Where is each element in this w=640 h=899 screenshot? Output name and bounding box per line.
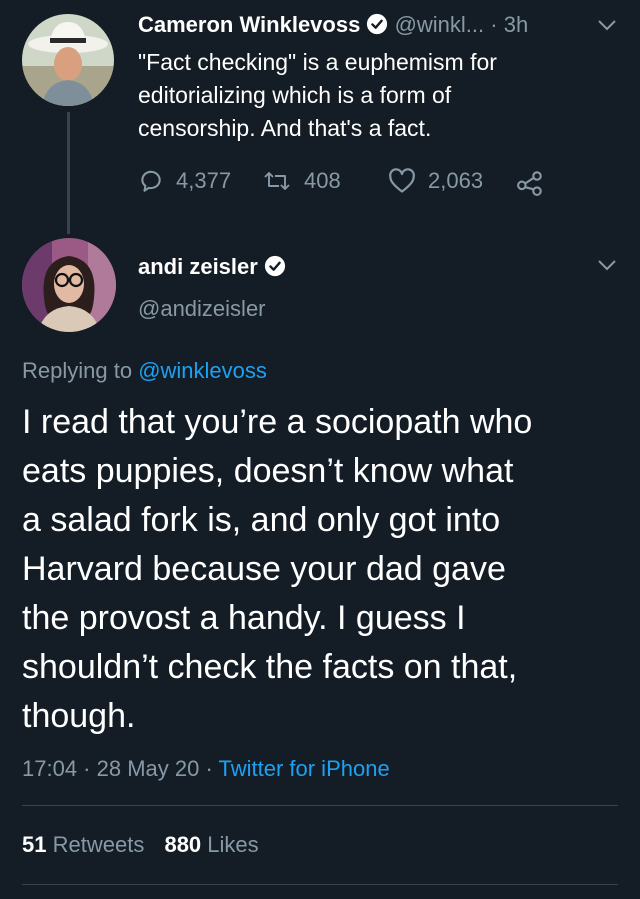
like-count: 2,063 xyxy=(428,168,484,193)
author-handle[interactable]: @winkl... xyxy=(395,12,485,37)
avatar-andi[interactable] xyxy=(22,238,116,332)
verified-badge-icon xyxy=(264,255,286,277)
tweet1-text: "Fact checking" is a euphemism for edito… xyxy=(138,46,497,145)
tweet-timestamp[interactable]: 17:04 · 28 May 20 · xyxy=(22,756,213,781)
author-name[interactable]: andi zeisler xyxy=(138,254,258,279)
tweet-text-line: eats puppies, doesn’t know what xyxy=(22,452,514,490)
avatar-cameron[interactable] xyxy=(22,14,114,106)
tweet-text-line: Harvard because your dad gave xyxy=(22,550,506,588)
divider xyxy=(22,884,618,885)
likes-label: Likes xyxy=(207,832,259,857)
tweet-text-line: censorship. And that's a fact. xyxy=(138,115,432,141)
replying-to-link[interactable]: @winklevoss xyxy=(138,358,267,383)
retweet-count: 408 xyxy=(304,168,341,193)
reply-icon xyxy=(141,170,161,192)
tweet1-header: Cameron Winklevoss @winkl... · 3h xyxy=(138,12,528,38)
retweets-count: 51 xyxy=(22,832,47,857)
heart-icon xyxy=(389,168,415,193)
replying-prefix: Replying to xyxy=(22,358,133,383)
tweet-text-line: "Fact checking" is a euphemism for xyxy=(138,49,497,75)
tweet-text-line: the provost a handy. I guess I xyxy=(22,599,466,637)
tweet2-text: I read that you’re a sociopath who eats … xyxy=(22,398,532,741)
verified-badge-icon xyxy=(366,13,388,35)
tweet-text-line: shouldn’t check the facts on that, xyxy=(22,648,518,686)
author-handle[interactable]: @andizeisler xyxy=(138,296,266,322)
tweet-text-line: a salad fork is, and only got into xyxy=(22,501,501,539)
tweet2-header: andi zeisler xyxy=(138,254,286,280)
retweet-icon xyxy=(264,172,290,190)
reply-count: 4,377 xyxy=(176,168,232,193)
like-button[interactable]: 2,063 xyxy=(388,168,483,194)
tweet-text-line: editorializing which is a form of xyxy=(138,82,452,108)
likes-stat[interactable]: 880 Likes xyxy=(164,832,258,857)
likes-count: 880 xyxy=(164,832,202,857)
retweets-stat[interactable]: 51 Retweets xyxy=(22,832,150,857)
retweet-button[interactable]: 408 xyxy=(262,168,341,194)
tweet1-menu-chevron-icon[interactable] xyxy=(596,18,618,37)
tweet-text-line: though. xyxy=(22,697,136,735)
replying-to: Replying to @winklevoss xyxy=(22,358,267,384)
tweet-source-link[interactable]: Twitter for iPhone xyxy=(219,756,390,781)
thread-connector-line xyxy=(67,112,70,234)
tweet-text-line: I read that you’re a sociopath who xyxy=(22,403,533,441)
tweet2-menu-chevron-icon[interactable] xyxy=(596,258,618,277)
retweets-label: Retweets xyxy=(52,832,145,857)
author-name[interactable]: Cameron Winklevoss xyxy=(138,12,360,37)
tweet-meta: 17:04 · 28 May 20 · Twitter for iPhone xyxy=(22,756,390,782)
dot-separator: · xyxy=(490,12,498,37)
reply-button[interactable]: 4,377 xyxy=(138,168,231,194)
engagement-stats: 51 Retweets 880 Likes xyxy=(22,832,259,858)
tweet-time[interactable]: 3h xyxy=(504,12,528,37)
divider xyxy=(22,805,618,806)
share-icon[interactable] xyxy=(516,170,544,201)
